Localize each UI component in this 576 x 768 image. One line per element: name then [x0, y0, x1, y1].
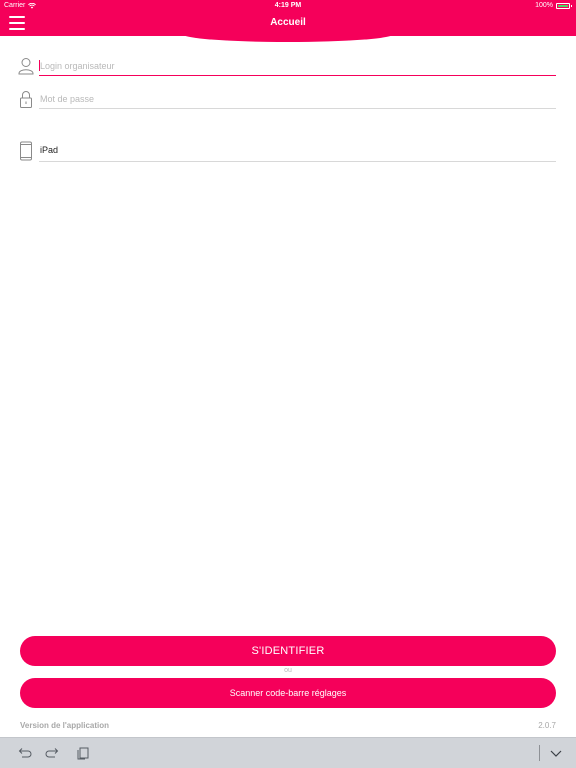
battery-percent: 100%	[535, 2, 553, 9]
device-field-row: iPad	[18, 141, 558, 165]
device-name[interactable]: iPad	[40, 145, 58, 155]
tablet-icon	[20, 141, 32, 161]
user-icon	[18, 58, 34, 75]
password-field-row	[18, 89, 558, 113]
paste-icon[interactable]	[75, 745, 91, 761]
version-label: Version de l'application	[20, 721, 110, 730]
battery-icon	[556, 2, 572, 9]
navigation-bar: Carrier 4:19 PM 100% Accueil	[0, 0, 576, 36]
login-field-row	[18, 56, 558, 80]
undo-icon[interactable]	[16, 745, 32, 761]
app-screen: Carrier 4:19 PM 100% Accueil Login organ…	[0, 0, 576, 768]
password-input[interactable]	[39, 89, 556, 109]
text-cursor	[39, 60, 40, 71]
chevron-down-icon[interactable]	[548, 745, 564, 761]
device-underline	[39, 161, 556, 162]
battery-level	[558, 4, 568, 7]
scan-barcode-button[interactable]: Scanner code-barre réglages	[20, 678, 556, 708]
nav-title-tab	[182, 34, 394, 42]
lock-icon	[20, 91, 32, 108]
keyboard-shortcut-bar	[0, 737, 576, 768]
status-battery: 100%	[535, 2, 572, 9]
status-time: 4:19 PM	[274, 2, 302, 9]
login-button[interactable]: S'IDENTIFIER	[20, 636, 556, 666]
page-title: Accueil	[270, 17, 306, 28]
login-input[interactable]	[39, 56, 556, 76]
version-value: 2.0.7	[538, 721, 556, 730]
separator-label: ou	[284, 667, 292, 674]
shortcut-divider	[539, 745, 540, 761]
redo-icon[interactable]	[45, 745, 61, 761]
